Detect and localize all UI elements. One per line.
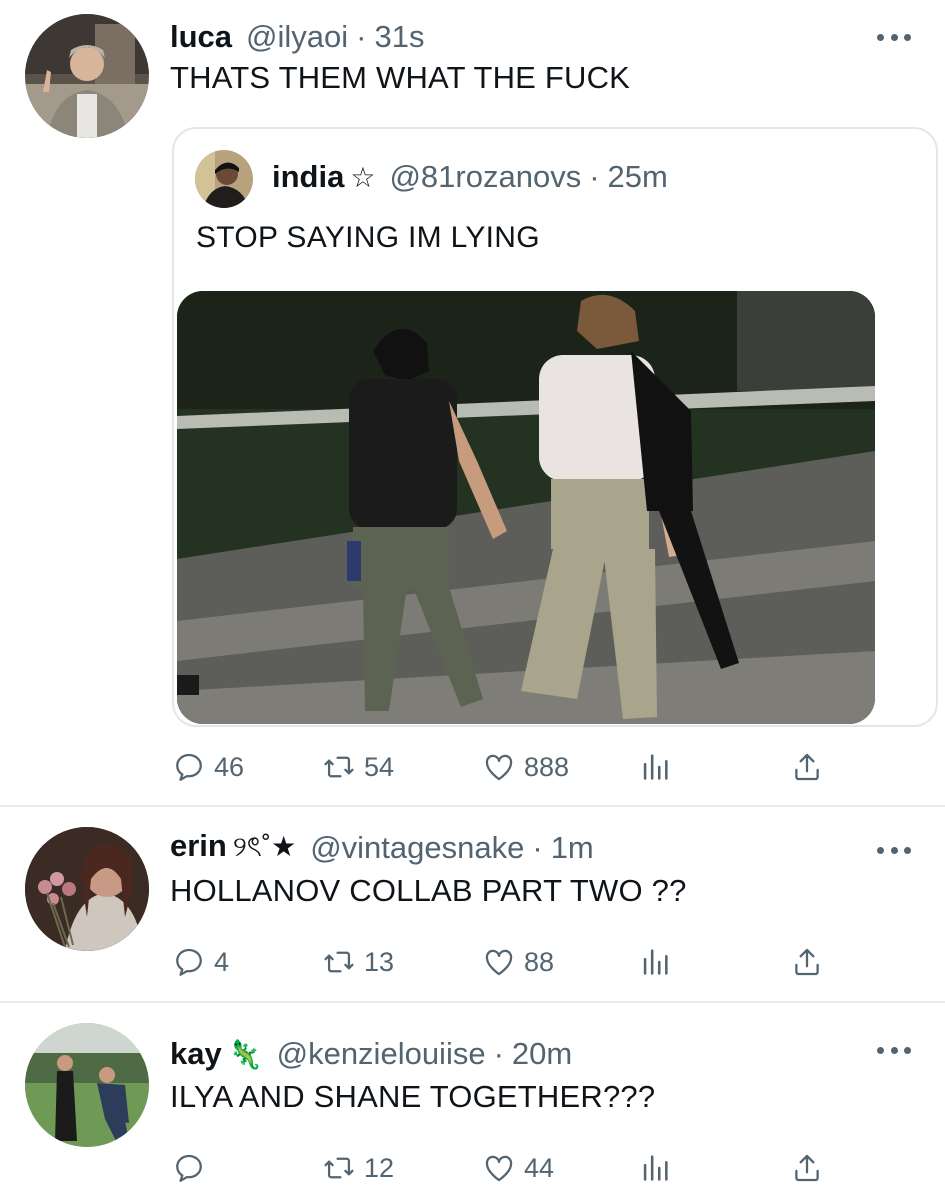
tweet[interactable]: luca @ilyaoi · 31s THATS THEM WHAT THE F… <box>0 0 945 805</box>
avatar[interactable] <box>25 1023 149 1147</box>
display-name[interactable]: luca <box>170 19 232 55</box>
like-button[interactable]: 888 <box>482 746 569 788</box>
avatar-photo-kay <box>25 1023 149 1147</box>
retweet-button[interactable]: 13 <box>322 941 394 983</box>
name-badge: 🦎 <box>227 1039 263 1070</box>
retweet-button[interactable]: 12 <box>322 1147 394 1189</box>
tweet[interactable]: erin ୨ৎ˚★ @vintagesnake · 1m HOLLANOV COL… <box>0 807 945 1001</box>
like-count: 88 <box>524 946 555 977</box>
timestamp[interactable]: 1m <box>551 830 594 866</box>
heart-icon <box>485 754 513 781</box>
share-button[interactable] <box>790 941 824 983</box>
reply-button[interactable]: 46 <box>172 746 244 788</box>
display-name[interactable]: erin ୨ৎ˚★ <box>170 825 296 872</box>
tweet-actions: 46 54 888 <box>170 746 850 788</box>
retweet-count: 54 <box>364 751 395 782</box>
heart-icon <box>485 1155 513 1182</box>
tweet-header: erin ୨ৎ˚★ @vintagesnake · 1m <box>170 827 594 869</box>
timestamp[interactable]: 31s <box>374 19 424 55</box>
like-button[interactable]: 44 <box>482 1147 554 1189</box>
tweet[interactable]: kay 🦎 @kenzielouiise · 20m ILYA AND SHANE… <box>0 1003 945 1200</box>
tweet-text: HOLLANOV COLLAB PART TWO ?? <box>170 873 687 908</box>
user-handle[interactable]: @ilyaoi <box>246 19 348 55</box>
quote-text: STOP SAYING IM LYING <box>196 221 540 254</box>
share-icon <box>795 948 819 976</box>
avatar-photo-india <box>195 150 253 208</box>
tweet-media[interactable] <box>177 291 875 724</box>
separator: · <box>532 830 543 865</box>
tweet-actions: 4 13 88 <box>170 941 850 983</box>
tweet-header: luca @ilyaoi · 31s <box>170 16 424 58</box>
like-button[interactable]: 88 <box>482 941 554 983</box>
timestamp[interactable]: 25m <box>608 159 668 195</box>
analytics-button[interactable] <box>638 746 672 788</box>
analytics-button[interactable] <box>638 1147 672 1189</box>
analytics-icon <box>643 1155 668 1181</box>
avatar[interactable] <box>25 14 149 138</box>
more-icon[interactable] <box>877 32 911 42</box>
quoted-tweet[interactable]: india ☆ @81rozanovs · 25m STOP SAYING IM … <box>172 127 938 727</box>
like-count: 44 <box>524 1152 555 1183</box>
more-icon[interactable] <box>877 1045 911 1055</box>
tweet-text: ILYA AND SHANE TOGETHER??? <box>170 1079 656 1114</box>
timestamp[interactable]: 20m <box>512 1036 572 1072</box>
like-count: 888 <box>524 751 570 782</box>
tweet-actions: 12 44 <box>170 1147 850 1189</box>
avatar-photo-erin <box>25 827 149 951</box>
analytics-button[interactable] <box>638 941 672 983</box>
retweet-icon <box>324 951 354 973</box>
share-icon <box>795 1154 819 1182</box>
retweet-button[interactable]: 54 <box>322 746 394 788</box>
tweet-header: kay 🦎 @kenzielouiise · 20m <box>170 1033 572 1075</box>
display-name[interactable]: india ☆ <box>272 159 375 195</box>
share-icon <box>795 753 819 781</box>
more-icon[interactable] <box>877 845 911 855</box>
tweet-text: THATS THEM WHAT THE FUCK <box>170 60 631 95</box>
avatar[interactable] <box>195 150 253 208</box>
reply-count: 46 <box>214 751 245 782</box>
display-name[interactable]: kay 🦎 <box>170 1036 263 1072</box>
user-handle[interactable]: @81rozanovs <box>389 159 581 195</box>
reply-icon <box>176 1154 202 1182</box>
name-badge: ☆ <box>350 162 376 193</box>
reply-icon <box>176 948 202 976</box>
avatar[interactable] <box>25 827 149 951</box>
user-handle[interactable]: @kenzielouiise <box>277 1036 486 1072</box>
heart-icon <box>485 949 513 976</box>
user-handle[interactable]: @vintagesnake <box>310 830 524 866</box>
separator: · <box>493 1036 504 1071</box>
quote-header: india ☆ @81rozanovs · 25m <box>272 159 668 195</box>
retweet-count: 13 <box>364 946 395 977</box>
analytics-icon <box>643 754 668 780</box>
retweet-count: 12 <box>364 1152 395 1183</box>
reply-count: 4 <box>214 946 230 977</box>
separator: · <box>589 159 600 194</box>
reply-button[interactable] <box>172 1147 214 1189</box>
reply-icon <box>176 753 202 781</box>
separator: · <box>356 19 367 54</box>
retweet-icon <box>324 1157 354 1179</box>
name-badge: ୨ৎ˚★ <box>232 830 297 862</box>
photo-people-walking <box>177 291 875 724</box>
reply-button[interactable]: 4 <box>172 941 229 983</box>
retweet-icon <box>324 756 354 778</box>
analytics-icon <box>643 949 668 975</box>
share-button[interactable] <box>790 1147 824 1189</box>
avatar-photo-luca <box>25 14 149 138</box>
share-button[interactable] <box>790 746 824 788</box>
